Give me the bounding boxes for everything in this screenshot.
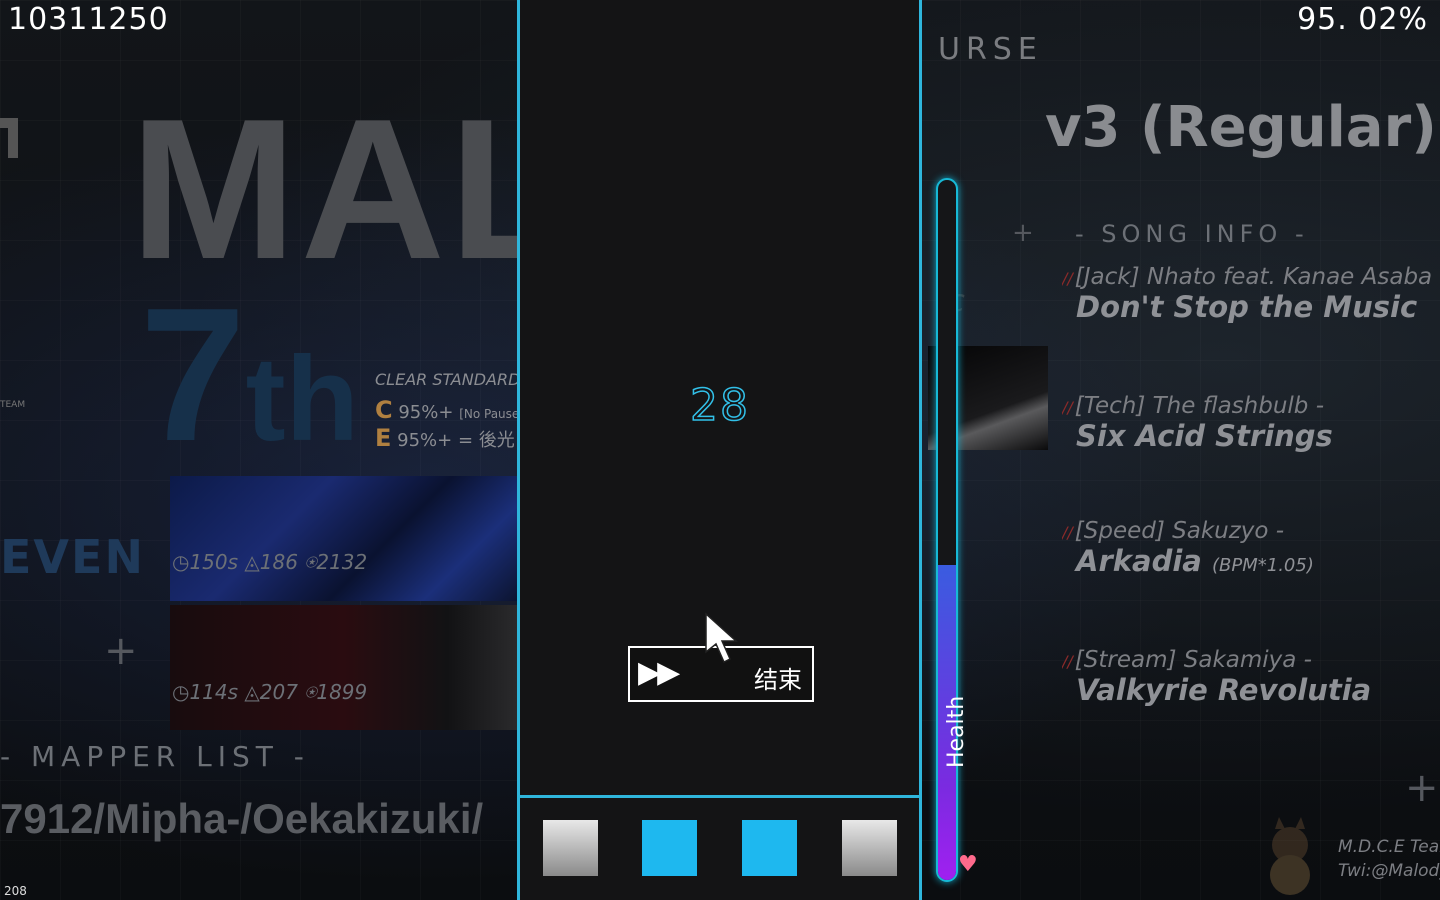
accuracy-display: 95. 02% [1297, 2, 1428, 37]
chart-time: 114s [189, 680, 239, 704]
condition-note: [No Pause [459, 407, 517, 421]
end-button-label: 结束 [754, 666, 802, 694]
team-tag: TEAM [0, 400, 26, 410]
chart-stats-2: ◷114s ◬207 ⍟1899 [172, 680, 368, 704]
chart-combo: 1899 [316, 680, 368, 704]
mark-icon: // [1062, 269, 1073, 288]
mascot-icon [1270, 817, 1310, 895]
left-chevron-icon [0, 118, 18, 158]
edition-number: 7th [140, 280, 359, 470]
song-entry-3: //[Speed] Sakuzyo - Arkadia (BPM*1.05) [1062, 518, 1440, 578]
chart-thumbnail-1 [170, 476, 517, 601]
chart-time: 150s [189, 550, 239, 574]
heart-icon: ♥ [958, 852, 978, 877]
lane-key-3[interactable] [742, 820, 797, 876]
grade-letter: C [375, 396, 393, 424]
lane-key-4[interactable] [842, 820, 897, 876]
mapper-list-heading: - MAPPER LIST - [0, 740, 310, 773]
chart-combo: 2132 [316, 550, 368, 574]
credits-twitter: Twi:@Malody [1338, 861, 1440, 881]
song-category: //[Speed] Sakuzyo - [1062, 518, 1440, 544]
song-entry-4: //[Stream] Sakamiya - Valkyrie Revolutia [1062, 647, 1440, 707]
plus-icon: + [1405, 765, 1439, 811]
song-title-text: Arkadia [1076, 544, 1202, 578]
judgement-line [520, 795, 919, 798]
edition-suffix: th [245, 332, 359, 466]
song-category: //[Tech] The flashbulb - [1062, 393, 1440, 419]
plus-icon: + [104, 628, 138, 674]
clear-standard-label: CLEAR STANDARD [375, 370, 521, 389]
edition-digit: 7 [140, 269, 246, 481]
clear-condition-c: C 95%+ [No Pause [375, 396, 517, 424]
corner-number: 208 [4, 884, 27, 898]
grade-letter: E [375, 424, 392, 452]
song-category-text: [Jack] Nhato feat. Kanae Asaba [1074, 264, 1433, 290]
song-title: Don't Stop the Music [1076, 290, 1418, 324]
song-title-extra: (BPM*1.05) [1211, 555, 1314, 576]
song-entry-1: //[Jack] Nhato feat. Kanae Asaba Don't S… [1062, 264, 1440, 324]
chart-notes: 207 [259, 680, 298, 704]
song-category: //[Stream] Sakamiya - [1062, 647, 1440, 673]
chart-notes: 186 [259, 550, 298, 574]
event-title: MAL [130, 78, 576, 301]
clear-condition-e: E 95%+ = 後光 [375, 424, 517, 452]
course-version: v3 (Regular) [1045, 95, 1437, 160]
combo-counter: 28 [689, 379, 750, 432]
song-category: //[Jack] Nhato feat. Kanae Asaba [1062, 264, 1440, 290]
fast-forward-icon: ▶▶ [638, 655, 680, 690]
song-title: Arkadia (BPM*1.05) [1076, 544, 1440, 578]
condition-text: 95%+ [398, 402, 454, 423]
mouse-cursor-icon [705, 612, 738, 664]
song-title: Six Acid Strings [1076, 419, 1333, 453]
song-category-text: [Stream] Sakamiya - [1074, 647, 1312, 673]
plus-icon: + [1012, 218, 1034, 248]
credits: M.D.C.E Team Twi:@Malody [1338, 835, 1440, 883]
health-label: Health [944, 696, 974, 768]
even-text: EVEN [0, 530, 145, 584]
song-title: Valkyrie Revolutia [1076, 673, 1372, 707]
health-label-text: Health [944, 695, 969, 768]
chart-stats-1: ◷150s ◬186 ⍟2132 [172, 550, 368, 574]
score-display: 10311250 [8, 2, 169, 37]
song-category-text: [Tech] The flashbulb - [1074, 393, 1324, 419]
play-lane[interactable]: 28 ▶▶ 结束 [517, 0, 922, 900]
lane-key-2[interactable] [642, 820, 697, 876]
mark-icon: // [1062, 652, 1073, 671]
mark-icon: // [1062, 398, 1073, 417]
song-category-text: [Speed] Sakuzyo - [1074, 518, 1285, 544]
mark-icon: // [1062, 523, 1073, 542]
chart-thumbnail-2 [170, 605, 517, 730]
song-entry-2: //[Tech] The flashbulb - Six Acid String… [1062, 393, 1440, 453]
condition-text: 95%+ = 後光 [397, 430, 515, 451]
mapper-list: 7912/Mipha-/Oekakizuki/ [0, 795, 484, 842]
health-bar [936, 178, 958, 882]
course-heading: URSE [938, 32, 1043, 67]
lane-key-1[interactable] [543, 820, 598, 876]
credits-team: M.D.C.E Team [1338, 837, 1440, 857]
song-info-heading: - SONG INFO - [1075, 220, 1309, 248]
